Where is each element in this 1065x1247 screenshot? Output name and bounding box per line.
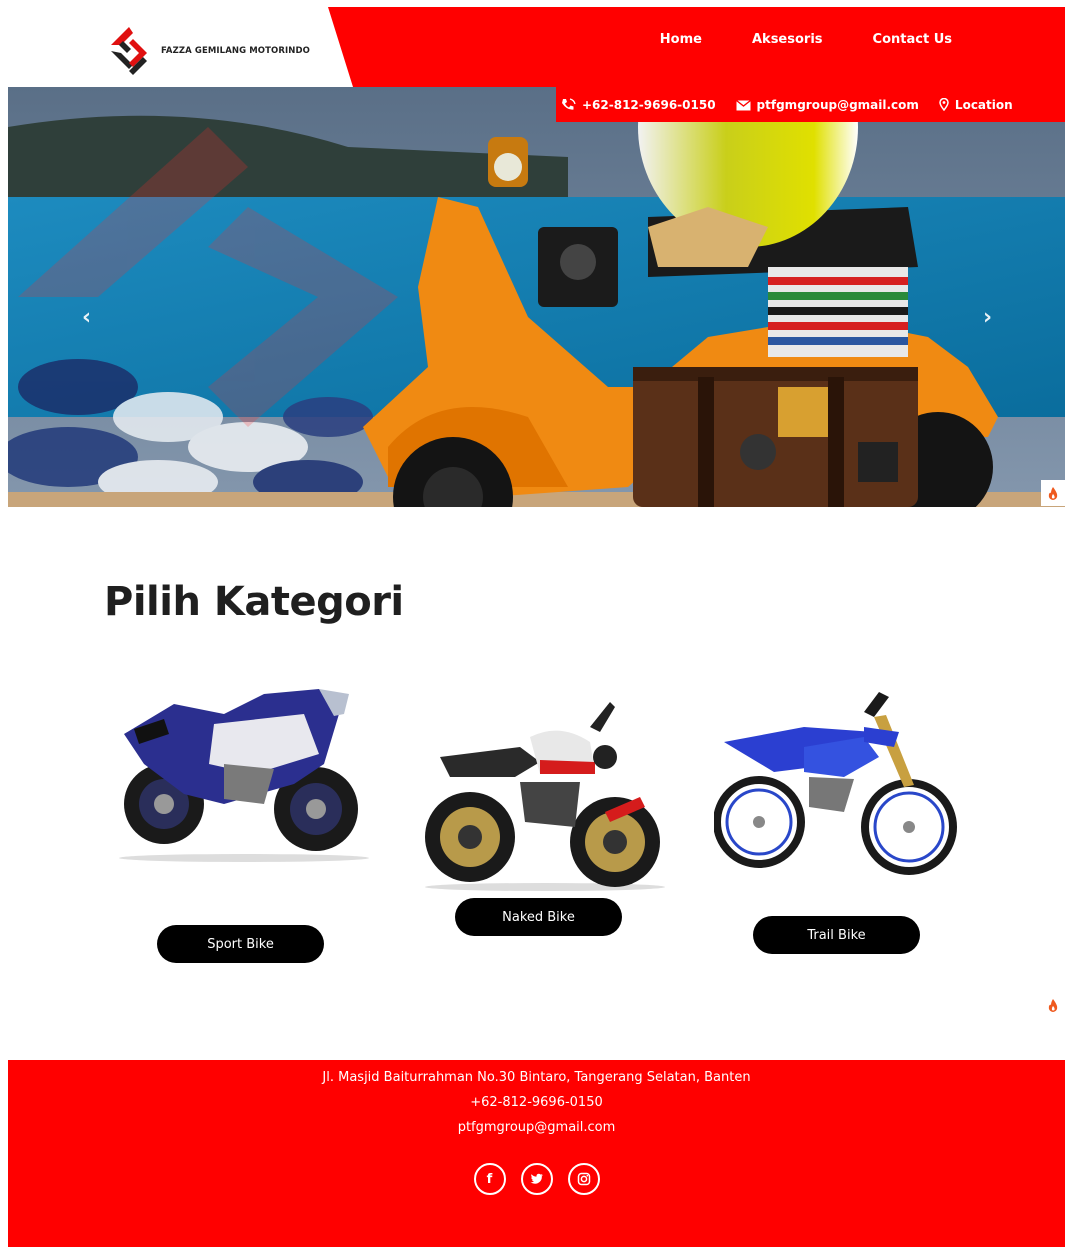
flame-icon — [1048, 998, 1058, 1012]
category-card-naked[interactable] — [410, 682, 670, 892]
twitter-bird-glyph — [530, 1173, 543, 1184]
naked-bike-image — [425, 702, 665, 891]
contact-phone-text: +62-812-9696-0150 — [582, 97, 716, 112]
section-title: Pilih Kategori — [104, 579, 404, 625]
page: FAZZA GEMILANG MOTORINDO Home Aksesoris … — [8, 7, 1065, 1247]
header: FAZZA GEMILANG MOTORINDO Home Aksesoris … — [8, 7, 1065, 87]
main-nav: Home Aksesoris Contact Us — [660, 32, 952, 47]
instagram-icon[interactable] — [567, 1163, 600, 1195]
hero-carousel — [8, 87, 1065, 507]
brand-name: FAZZA GEMILANG MOTORINDO — [161, 46, 310, 56]
carousel-prev-button[interactable]: ‹ — [82, 307, 91, 329]
contact-phone[interactable]: +62-812-9696-0150 — [560, 98, 716, 112]
contact-bar: +62-812-9696-0150 ptfgmgroup@gmail.com L… — [556, 87, 1065, 122]
contact-location-text: Location — [954, 97, 1013, 112]
facebook-icon[interactable]: f — [473, 1163, 506, 1195]
hero-image — [8, 87, 1065, 507]
sport-bike-button[interactable]: Sport Bike — [157, 925, 324, 963]
contact-email-text: ptfgmgroup@gmail.com — [756, 97, 919, 112]
footer-email: ptfgmgroup@gmail.com — [457, 1120, 616, 1135]
contact-email[interactable]: ptfgmgroup@gmail.com — [735, 97, 919, 112]
footer: Jl. Masjid Baiturrahman No.30 Bintaro, T… — [8, 1060, 1065, 1247]
phone-icon — [562, 97, 576, 110]
naked-bike-button[interactable]: Naked Bike — [455, 898, 622, 936]
sport-bike-image — [119, 689, 369, 862]
category-card-trail[interactable] — [714, 687, 964, 887]
mail-icon — [735, 99, 751, 110]
flame-badge[interactable] — [1041, 480, 1065, 506]
logo[interactable]: FAZZA GEMILANG MOTORINDO — [103, 25, 310, 77]
category-card-sport[interactable] — [104, 674, 374, 864]
location-pin-icon — [939, 98, 949, 111]
footer-address: Jl. Masjid Baiturrahman No.30 Bintaro, T… — [322, 1070, 751, 1085]
social-links: f — [8, 1163, 1065, 1195]
nav-home[interactable]: Home — [660, 32, 702, 47]
flame-badge-2[interactable] — [1041, 992, 1065, 1018]
flame-icon — [1048, 486, 1058, 500]
nav-contact-us[interactable]: Contact Us — [873, 32, 952, 47]
contact-location[interactable]: Location — [939, 98, 1013, 112]
footer-phone: +62-812-9696-0150 — [470, 1095, 603, 1110]
trail-bike-image — [714, 692, 957, 875]
instagram-glyph — [577, 1172, 590, 1186]
nav-aksesoris[interactable]: Aksesoris — [752, 32, 823, 47]
carousel-next-button[interactable]: › — [983, 307, 992, 329]
twitter-icon[interactable] — [520, 1163, 553, 1195]
nav-background — [328, 7, 1065, 87]
logo-icon — [111, 27, 147, 75]
trail-bike-button[interactable]: Trail Bike — [753, 916, 920, 954]
